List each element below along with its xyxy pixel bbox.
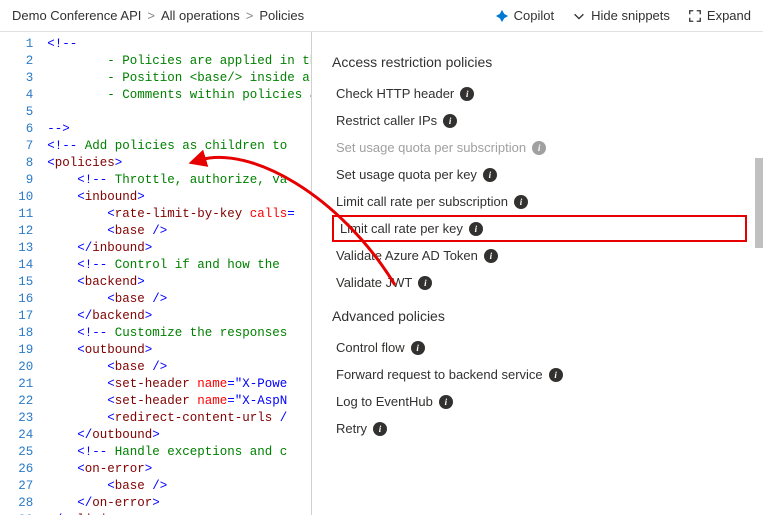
breadcrumb-current: Policies (259, 8, 304, 23)
policy-item: Set usage quota per subscription i (332, 134, 747, 161)
code-line[interactable]: <base /> (47, 359, 311, 376)
info-icon[interactable]: i (411, 341, 425, 355)
policy-label: Validate Azure AD Token (336, 248, 478, 263)
policy-item[interactable]: Restrict caller IPs i (332, 107, 747, 134)
hide-snippets-button[interactable]: Hide snippets (572, 8, 670, 23)
policy-label: Retry (336, 421, 367, 436)
breadcrumb: Demo Conference API > All operations > P… (12, 8, 304, 23)
code-line[interactable]: <!-- Throttle, authorize, va (47, 172, 311, 189)
code-line[interactable]: <inbound> (47, 189, 311, 206)
code-line[interactable]: <base /> (47, 291, 311, 308)
breadcrumb-sep: > (246, 8, 254, 23)
info-icon[interactable]: i (418, 276, 432, 290)
info-icon[interactable]: i (439, 395, 453, 409)
policy-item[interactable]: Validate JWT i (332, 269, 747, 296)
hide-snippets-label: Hide snippets (591, 8, 670, 23)
breadcrumb-sep: > (147, 8, 155, 23)
code-content[interactable]: <!-- - Policies are applied in th - Posi… (43, 32, 311, 515)
code-line[interactable]: <base /> (47, 478, 311, 495)
code-line[interactable]: - Position <base/> inside a (47, 70, 311, 87)
policy-item[interactable]: Control flow i (332, 334, 747, 361)
chevron-down-icon (572, 9, 586, 23)
policy-item[interactable]: Limit call rate per subscription i (332, 188, 747, 215)
code-line[interactable]: --> (47, 121, 311, 138)
policy-label: Check HTTP header (336, 86, 454, 101)
code-line[interactable]: </backend> (47, 308, 311, 325)
policy-item[interactable]: Validate Azure AD Token i (332, 242, 747, 269)
code-line[interactable]: <rate-limit-by-key calls= (47, 206, 311, 223)
expand-label: Expand (707, 8, 751, 23)
code-line[interactable]: </inbound> (47, 240, 311, 257)
copilot-icon (495, 9, 509, 23)
expand-icon (688, 9, 702, 23)
code-line[interactable]: <!-- Add policies as children to (47, 138, 311, 155)
copilot-button[interactable]: Copilot (495, 8, 554, 23)
code-line[interactable]: <backend> (47, 274, 311, 291)
policy-label: Limit call rate per subscription (336, 194, 508, 209)
info-icon[interactable]: i (483, 168, 497, 182)
code-line[interactable]: <!-- Control if and how the (47, 257, 311, 274)
code-line[interactable]: - Comments within policies a (47, 87, 311, 104)
header-actions: Copilot Hide snippets Expand (495, 8, 751, 23)
main-area: 1234567891011121314151617181920212223242… (0, 32, 763, 515)
code-line[interactable]: <base /> (47, 223, 311, 240)
code-line[interactable]: <policies> (47, 155, 311, 172)
policy-label: Set usage quota per subscription (336, 140, 526, 155)
policy-group-title: Access restriction policies (332, 54, 747, 70)
info-icon[interactable]: i (532, 141, 546, 155)
code-line[interactable]: <outbound> (47, 342, 311, 359)
policy-label: Restrict caller IPs (336, 113, 437, 128)
code-line[interactable]: <!-- Handle exceptions and c (47, 444, 311, 461)
policy-group-title: Advanced policies (332, 308, 747, 324)
breadcrumb-api[interactable]: Demo Conference API (12, 8, 141, 23)
policy-label: Forward request to backend service (336, 367, 543, 382)
expand-button[interactable]: Expand (688, 8, 751, 23)
line-gutter: 1234567891011121314151617181920212223242… (0, 32, 43, 515)
scrollbar-thumb[interactable] (755, 158, 763, 248)
header-bar: Demo Conference API > All operations > P… (0, 0, 763, 32)
policy-item[interactable]: Forward request to backend service i (332, 361, 747, 388)
copilot-label: Copilot (514, 8, 554, 23)
code-line[interactable]: <set-header name="X-Powe (47, 376, 311, 393)
policy-label: Log to EventHub (336, 394, 433, 409)
info-icon[interactable]: i (514, 195, 528, 209)
policy-item[interactable]: Set usage quota per key i (332, 161, 747, 188)
policy-item[interactable]: Check HTTP header i (332, 80, 747, 107)
code-line[interactable]: </on-error> (47, 495, 311, 512)
policy-panel: Access restriction policies Check HTTP he… (312, 32, 763, 515)
code-line[interactable] (47, 104, 311, 121)
info-icon[interactable]: i (549, 368, 563, 382)
code-line[interactable]: <redirect-content-urls / (47, 410, 311, 427)
info-icon[interactable]: i (373, 422, 387, 436)
code-line[interactable]: <set-header name="X-AspN (47, 393, 311, 410)
policy-item[interactable]: Retryi (332, 415, 747, 442)
policy-label: Control flow (336, 340, 405, 355)
breadcrumb-ops[interactable]: All operations (161, 8, 240, 23)
code-line[interactable]: <!-- Customize the responses (47, 325, 311, 342)
code-line[interactable]: - Policies are applied in th (47, 53, 311, 70)
policy-label: Limit call rate per key (340, 221, 463, 236)
policy-label: Validate JWT (336, 275, 412, 290)
code-line[interactable]: </outbound> (47, 427, 311, 444)
code-editor[interactable]: 1234567891011121314151617181920212223242… (0, 32, 312, 515)
info-icon[interactable]: i (443, 114, 457, 128)
code-line[interactable]: <!-- (47, 36, 311, 53)
policy-item[interactable]: Limit call rate per key i (332, 215, 747, 242)
info-icon[interactable]: i (469, 222, 483, 236)
info-icon[interactable]: i (460, 87, 474, 101)
policy-item[interactable]: Log to EventHub i (332, 388, 747, 415)
code-line[interactable]: <on-error> (47, 461, 311, 478)
policy-label: Set usage quota per key (336, 167, 477, 182)
info-icon[interactable]: i (484, 249, 498, 263)
